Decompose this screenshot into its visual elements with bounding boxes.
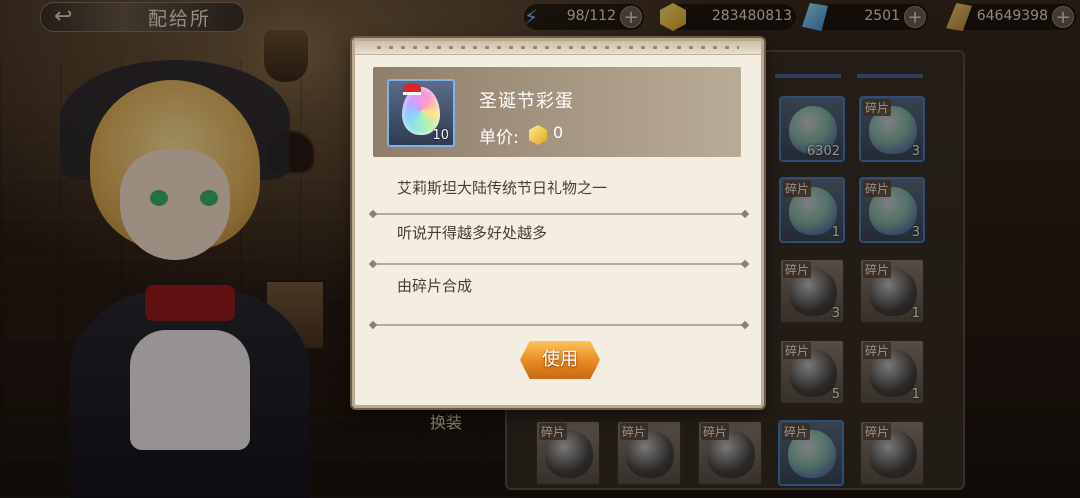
item-detail-dialog: 10 圣诞节彩蛋 单价: 0 艾莉斯坦大陆传统节日礼物之一 听说开得越多好处越多… [352,38,764,408]
item-description-line: 由碎片合成 [397,277,473,295]
separator [373,213,745,215]
item-header: 10 圣诞节彩蛋 单价: 0 [373,67,741,157]
item-name: 圣诞节彩蛋 [479,91,574,112]
santa-hat-icon [403,83,421,95]
separator [373,324,745,326]
separator [373,263,745,265]
gold-icon [529,125,547,145]
dialog-top-border [355,41,761,55]
use-button[interactable]: 使用 [520,341,600,379]
price-value: 0 [553,123,564,142]
item-description-line: 艾莉斯坦大陆传统节日礼物之一 [397,179,608,197]
price-label: 单价: [479,128,519,148]
item-icon: 10 [387,79,455,147]
item-description-line: 听说开得越多好处越多 [397,224,548,242]
item-quantity: 10 [432,128,449,143]
